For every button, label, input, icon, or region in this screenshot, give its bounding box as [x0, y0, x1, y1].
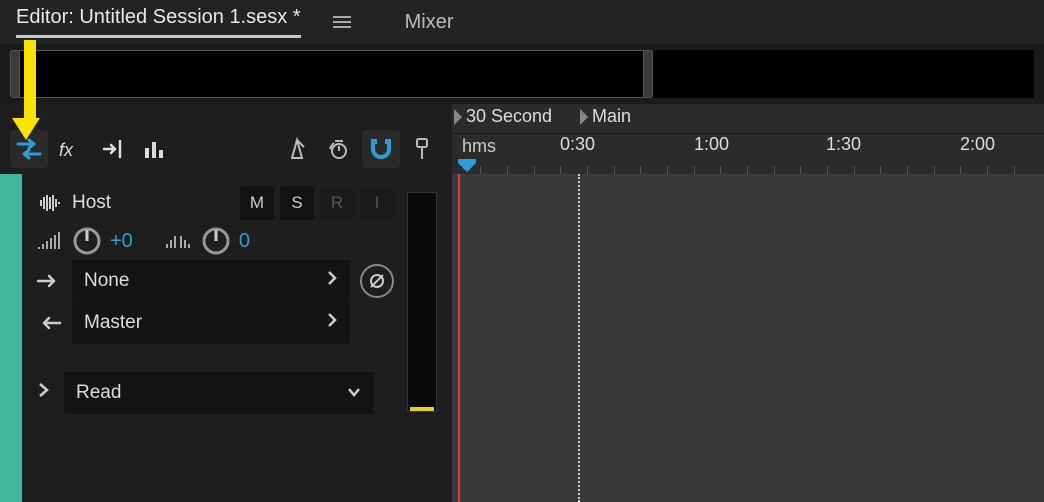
volume-control[interactable]: +0	[36, 226, 133, 256]
volume-knob-icon[interactable]	[72, 226, 102, 256]
inputs-outputs-toggle[interactable]	[10, 130, 48, 168]
marker-flag-icon	[454, 109, 462, 125]
marker-guideline	[578, 174, 580, 502]
marker-label: Main	[592, 106, 631, 127]
sends-icon	[100, 138, 126, 160]
output-select[interactable]: Master	[72, 302, 350, 344]
hardware-setup-button[interactable]	[320, 130, 358, 168]
mute-button[interactable]: M	[240, 186, 274, 220]
zoom-handle-right[interactable]	[643, 50, 653, 98]
pan-knob-icon[interactable]	[201, 226, 231, 256]
level-peak-indicator	[410, 407, 434, 411]
panel-tabs: Editor: Untitled Session 1.sesx * Mixer	[0, 0, 1044, 44]
output-arrow-icon	[36, 314, 62, 332]
time-format-label[interactable]: hms	[462, 136, 496, 157]
ruler-tick: 1:00	[694, 134, 729, 155]
input-select-label: None	[84, 270, 129, 292]
zoom-remainder	[653, 50, 1034, 98]
track-name[interactable]: Host	[72, 192, 111, 214]
volume-value[interactable]: +0	[110, 230, 133, 253]
pan-control[interactable]: 0	[163, 226, 250, 256]
magnet-icon	[368, 137, 394, 161]
waveform-icon	[36, 194, 62, 212]
automation-expand-icon[interactable]	[36, 381, 50, 405]
io-arrows-icon	[16, 138, 42, 160]
marker-flag-main[interactable]: Main	[580, 106, 631, 127]
zoom-navigator[interactable]	[0, 44, 1044, 104]
chevron-right-icon	[326, 270, 338, 292]
fx-toggle[interactable]: fx	[52, 130, 90, 168]
input-arrow-icon	[36, 272, 62, 290]
pan-value[interactable]: 0	[239, 230, 250, 253]
tab-editor[interactable]: Editor: Untitled Session 1.sesx *	[16, 6, 301, 38]
playhead-line[interactable]	[458, 174, 460, 502]
input-select[interactable]: None	[72, 260, 350, 302]
timeline-header: 30 Second Main hms 0:30 1:00 1:30 2:00	[452, 104, 1044, 174]
time-ruler[interactable]: hms 0:30 1:00 1:30 2:00	[452, 134, 1044, 174]
marker-label: 30 Second	[466, 106, 552, 127]
ruler-tick: 1:30	[826, 134, 861, 155]
chevron-down-icon	[346, 382, 362, 404]
ruler-tick: 0:30	[560, 134, 595, 155]
playhead-icon	[413, 137, 433, 161]
null-icon	[368, 272, 386, 290]
ruler-tick: 2:00	[960, 134, 995, 155]
snap-toggle[interactable]	[362, 130, 400, 168]
tab-mixer[interactable]: Mixer	[405, 11, 454, 34]
timer-icon	[327, 137, 351, 161]
eq-bars-icon	[142, 138, 168, 160]
zoom-range[interactable]	[19, 50, 644, 98]
svg-text:fx: fx	[59, 140, 74, 160]
track-toolbar: fx	[0, 104, 452, 174]
marker-lane[interactable]: 30 Second Main	[452, 104, 1044, 134]
marker-flag-icon	[580, 109, 588, 125]
track-header-panel: Host M S R I	[22, 174, 452, 502]
automation-mode-select[interactable]: Read	[64, 372, 374, 414]
clip-lane[interactable]	[452, 174, 1044, 502]
playhead-marker-icon	[456, 157, 478, 173]
solo-button[interactable]: S	[280, 186, 314, 220]
sends-toggle[interactable]	[94, 130, 132, 168]
arm-record-button[interactable]: R	[320, 186, 354, 220]
metronome-toggle[interactable]	[278, 130, 316, 168]
panel-menu-icon[interactable]	[333, 16, 351, 28]
output-select-label: Master	[84, 312, 142, 334]
automation-mode-label: Read	[76, 382, 121, 404]
metronome-icon	[285, 137, 309, 161]
ruler-minor-ticks	[452, 164, 1044, 174]
marker-flag-30-second[interactable]: 30 Second	[454, 106, 552, 127]
eq-toggle[interactable]	[136, 130, 174, 168]
track-color-stripe[interactable]	[0, 174, 22, 502]
mono-stereo-toggle[interactable]	[360, 264, 394, 298]
stereo-icon	[163, 231, 193, 251]
volume-bars-icon	[36, 231, 64, 251]
monitor-input-button[interactable]: I	[360, 186, 394, 220]
chevron-right-icon	[326, 312, 338, 334]
track-level-meter	[407, 192, 437, 412]
playhead-snap-button[interactable]	[404, 130, 442, 168]
fx-icon: fx	[58, 138, 84, 160]
